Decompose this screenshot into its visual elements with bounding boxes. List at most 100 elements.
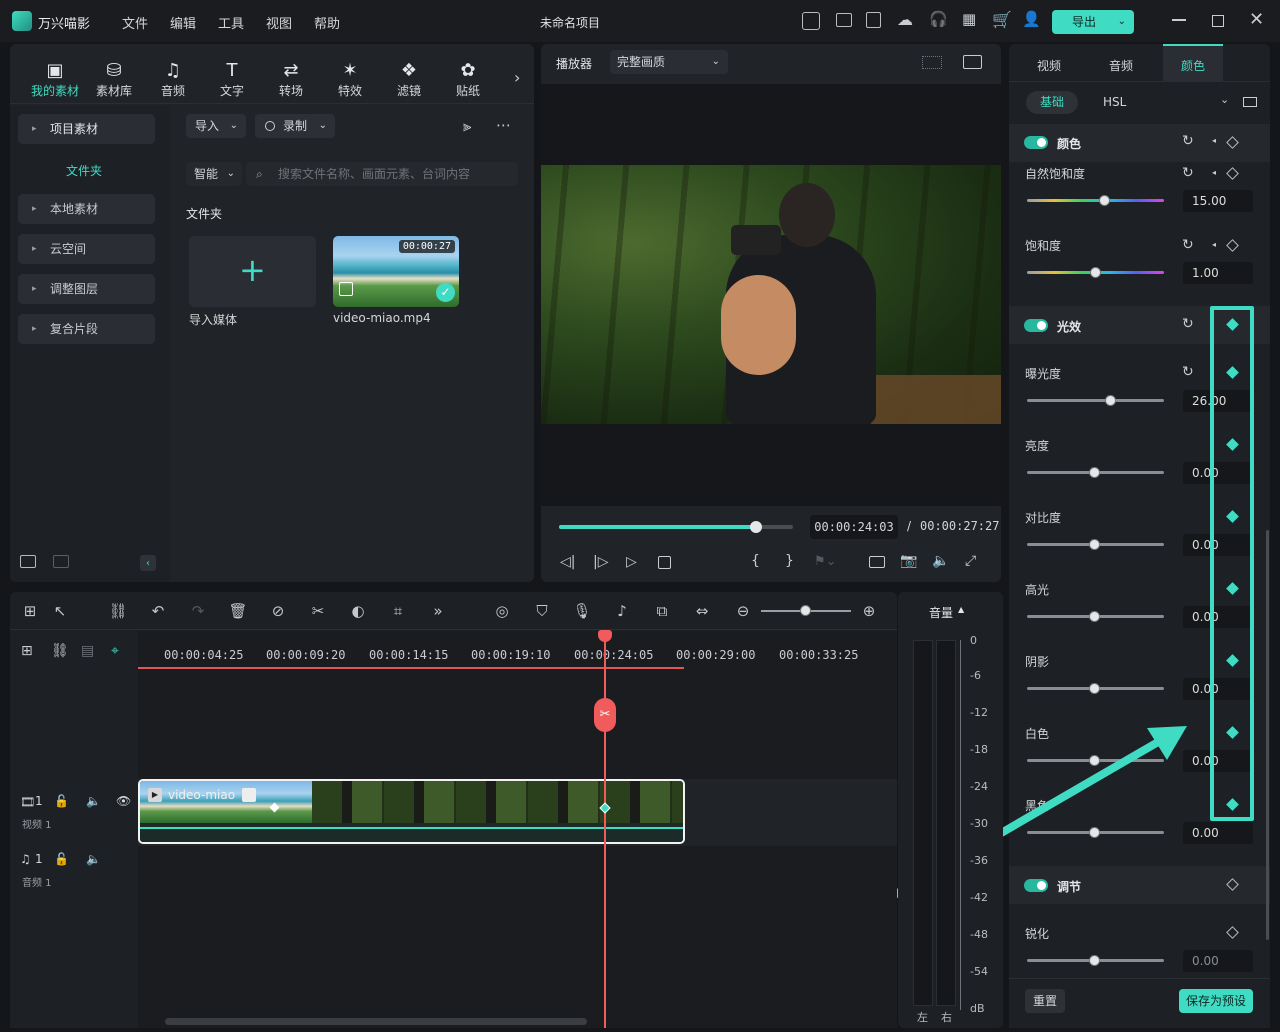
export-dropdown-icon[interactable]: ⌄ bbox=[1118, 10, 1126, 34]
preview-render-icon[interactable]: ⧉ bbox=[652, 601, 672, 621]
tab-transition[interactable]: ⇄ 转场 bbox=[266, 60, 316, 99]
mark-out-icon[interactable]: } bbox=[785, 553, 794, 569]
import-button[interactable]: 导入 ⌄ bbox=[186, 114, 246, 138]
sidebar-item-local[interactable]: 本地素材 bbox=[18, 194, 155, 224]
zoom-in-icon[interactable]: ⊕ bbox=[859, 601, 879, 621]
sidebar-project-media[interactable]: 项目素材 bbox=[18, 114, 155, 144]
record-button[interactable]: 录制 ⌄ bbox=[255, 114, 335, 138]
reset-icon[interactable]: ↻ bbox=[1182, 316, 1194, 332]
contrast-thumb[interactable] bbox=[1089, 539, 1100, 550]
tab-stickers[interactable]: ✿ 贴纸 bbox=[443, 60, 493, 99]
fit-icon[interactable]: ⇔ bbox=[692, 601, 712, 621]
mark-in-icon[interactable]: { bbox=[751, 553, 760, 569]
import-media-tile[interactable]: + bbox=[189, 236, 316, 307]
chevron-right-icon[interactable]: › bbox=[514, 68, 520, 87]
color-toggle[interactable] bbox=[1024, 136, 1048, 149]
menu-help[interactable]: 帮助 bbox=[314, 13, 340, 32]
save-preset-button[interactable]: 保存为预设 bbox=[1179, 989, 1253, 1013]
tab-filters[interactable]: ❖ 滤镜 bbox=[384, 60, 434, 99]
zoom-out-icon[interactable]: ⊖ bbox=[733, 601, 753, 621]
chevron-down-icon[interactable]: ⌄ bbox=[1220, 93, 1229, 106]
prev-frame-icon[interactable]: ◁| bbox=[560, 554, 575, 570]
light-toggle[interactable] bbox=[1024, 319, 1048, 332]
subtab-basic[interactable]: 基础 bbox=[1026, 91, 1078, 114]
stop-icon[interactable] bbox=[658, 556, 671, 569]
eye-icon[interactable]: 👁 bbox=[116, 794, 131, 808]
tab-audio-props[interactable]: 音频 bbox=[1109, 57, 1133, 74]
save-icon[interactable] bbox=[866, 12, 881, 28]
prev-keyframe-icon[interactable]: ◂ bbox=[1212, 136, 1216, 145]
natural-saturation-value[interactable]: 15.00 bbox=[1183, 190, 1253, 212]
close-icon[interactable]: ✕ bbox=[1249, 9, 1264, 30]
reset-icon[interactable]: ↻ bbox=[1182, 364, 1194, 380]
saturation-thumb[interactable] bbox=[1090, 267, 1101, 278]
tab-color[interactable]: 颜色 bbox=[1163, 44, 1223, 82]
select-pointer-icon[interactable]: ↖ bbox=[50, 601, 70, 621]
prev-keyframe-icon[interactable]: ◂ bbox=[1212, 240, 1216, 249]
user-icon[interactable]: 👤 bbox=[1022, 10, 1041, 28]
minimize-icon[interactable] bbox=[1172, 19, 1186, 21]
layout-grid-icon[interactable]: ⊞ bbox=[20, 601, 40, 621]
tab-video[interactable]: 视频 bbox=[1037, 57, 1061, 74]
marker-icon[interactable]: ⚑⌄ bbox=[814, 554, 837, 569]
magnet-icon[interactable]: ⌖ bbox=[111, 643, 119, 659]
menu-tools[interactable]: 工具 bbox=[218, 13, 244, 32]
headset-icon[interactable]: 🎧 bbox=[929, 10, 948, 28]
link-track-icon[interactable]: ⛓ bbox=[51, 643, 69, 659]
playhead[interactable] bbox=[604, 633, 606, 1028]
menu-view[interactable]: 视图 bbox=[266, 13, 292, 32]
play-icon[interactable]: ▷ bbox=[626, 554, 637, 570]
search-input[interactable]: ⌕ 搜索文件名称、画面元素、台词内容 bbox=[246, 162, 518, 186]
crop-icon[interactable]: ⌗ bbox=[388, 601, 408, 621]
cut-icon[interactable]: ✂ bbox=[308, 601, 328, 621]
apps-grid-icon[interactable]: ▦ bbox=[962, 10, 976, 28]
new-folder-icon[interactable] bbox=[20, 555, 36, 568]
split-scissors-icon[interactable]: ✂ bbox=[594, 698, 616, 732]
tab-audio[interactable]: ♫ 音频 bbox=[148, 60, 198, 99]
filter-sort-icon[interactable]: ⫸ bbox=[463, 117, 471, 135]
reset-button[interactable]: 重置 bbox=[1025, 989, 1065, 1013]
next-frame-icon[interactable]: |▷ bbox=[593, 554, 608, 570]
lock-icon[interactable]: 🔓 bbox=[54, 852, 69, 866]
reset-icon[interactable]: ↻ bbox=[1182, 165, 1194, 181]
render-icon[interactable]: ◎ bbox=[492, 601, 512, 621]
reset-icon[interactable]: ↻ bbox=[1182, 237, 1194, 253]
add-track-icon[interactable]: ⊞ bbox=[21, 643, 33, 659]
maximize-icon[interactable] bbox=[1212, 15, 1224, 27]
tab-effects[interactable]: ✶ 特效 bbox=[325, 60, 375, 99]
highlight-thumb[interactable] bbox=[1089, 611, 1100, 622]
subtab-hsl[interactable]: HSL bbox=[1103, 95, 1126, 109]
sidebar-item-cloud[interactable]: 云空间 bbox=[18, 234, 155, 264]
more-options-icon[interactable]: ⋯ bbox=[496, 116, 511, 134]
undo-icon[interactable]: ↶ bbox=[148, 601, 168, 621]
quality-dropdown[interactable]: 完整画质 ⌄ bbox=[610, 50, 728, 74]
menu-edit[interactable]: 编辑 bbox=[170, 13, 196, 32]
playback-progress[interactable] bbox=[559, 521, 793, 533]
mute-icon[interactable]: 🔈 bbox=[86, 794, 101, 808]
sidebar-item-adjust-layer[interactable]: 调整图层 bbox=[18, 274, 155, 304]
detach-icon[interactable]: ⊘ bbox=[268, 601, 288, 621]
mute-icon[interactable]: 🔈 bbox=[86, 852, 101, 866]
audio-meter-menu-icon[interactable]: ▲ bbox=[958, 605, 964, 614]
folder-icon[interactable] bbox=[53, 555, 69, 568]
playback-progress-thumb[interactable] bbox=[749, 521, 762, 533]
microphone-icon[interactable]: 🎙 bbox=[572, 601, 592, 621]
delete-icon[interactable]: 🗑 bbox=[228, 601, 248, 621]
saturation-value[interactable]: 1.00 bbox=[1183, 262, 1253, 284]
properties-scrollbar[interactable] bbox=[1266, 530, 1269, 940]
timeline-scrollbar[interactable] bbox=[165, 1018, 587, 1025]
link-icon[interactable]: ⛓ bbox=[108, 601, 128, 621]
audio-edit-icon[interactable]: ♪ bbox=[612, 601, 632, 621]
cloud-icon[interactable]: ☁ bbox=[897, 10, 913, 29]
sidebar-folder[interactable]: 文件夹 bbox=[66, 162, 102, 179]
shadow-thumb[interactable] bbox=[1089, 683, 1100, 694]
natural-saturation-thumb[interactable] bbox=[1099, 195, 1110, 206]
media-thumbnail[interactable]: 00:00:27 ✓ bbox=[333, 236, 459, 307]
sidebar-item-compound-clip[interactable]: 复合片段 bbox=[18, 314, 155, 344]
prev-keyframe-icon[interactable]: ◂ bbox=[1212, 168, 1216, 177]
collapse-sidebar-icon[interactable]: ‹ bbox=[140, 555, 156, 571]
exposure-thumb[interactable] bbox=[1105, 395, 1116, 406]
compare-view-icon[interactable] bbox=[1243, 97, 1257, 107]
image-icon[interactable] bbox=[963, 55, 982, 69]
reset-icon[interactable]: ↻ bbox=[1182, 133, 1194, 149]
